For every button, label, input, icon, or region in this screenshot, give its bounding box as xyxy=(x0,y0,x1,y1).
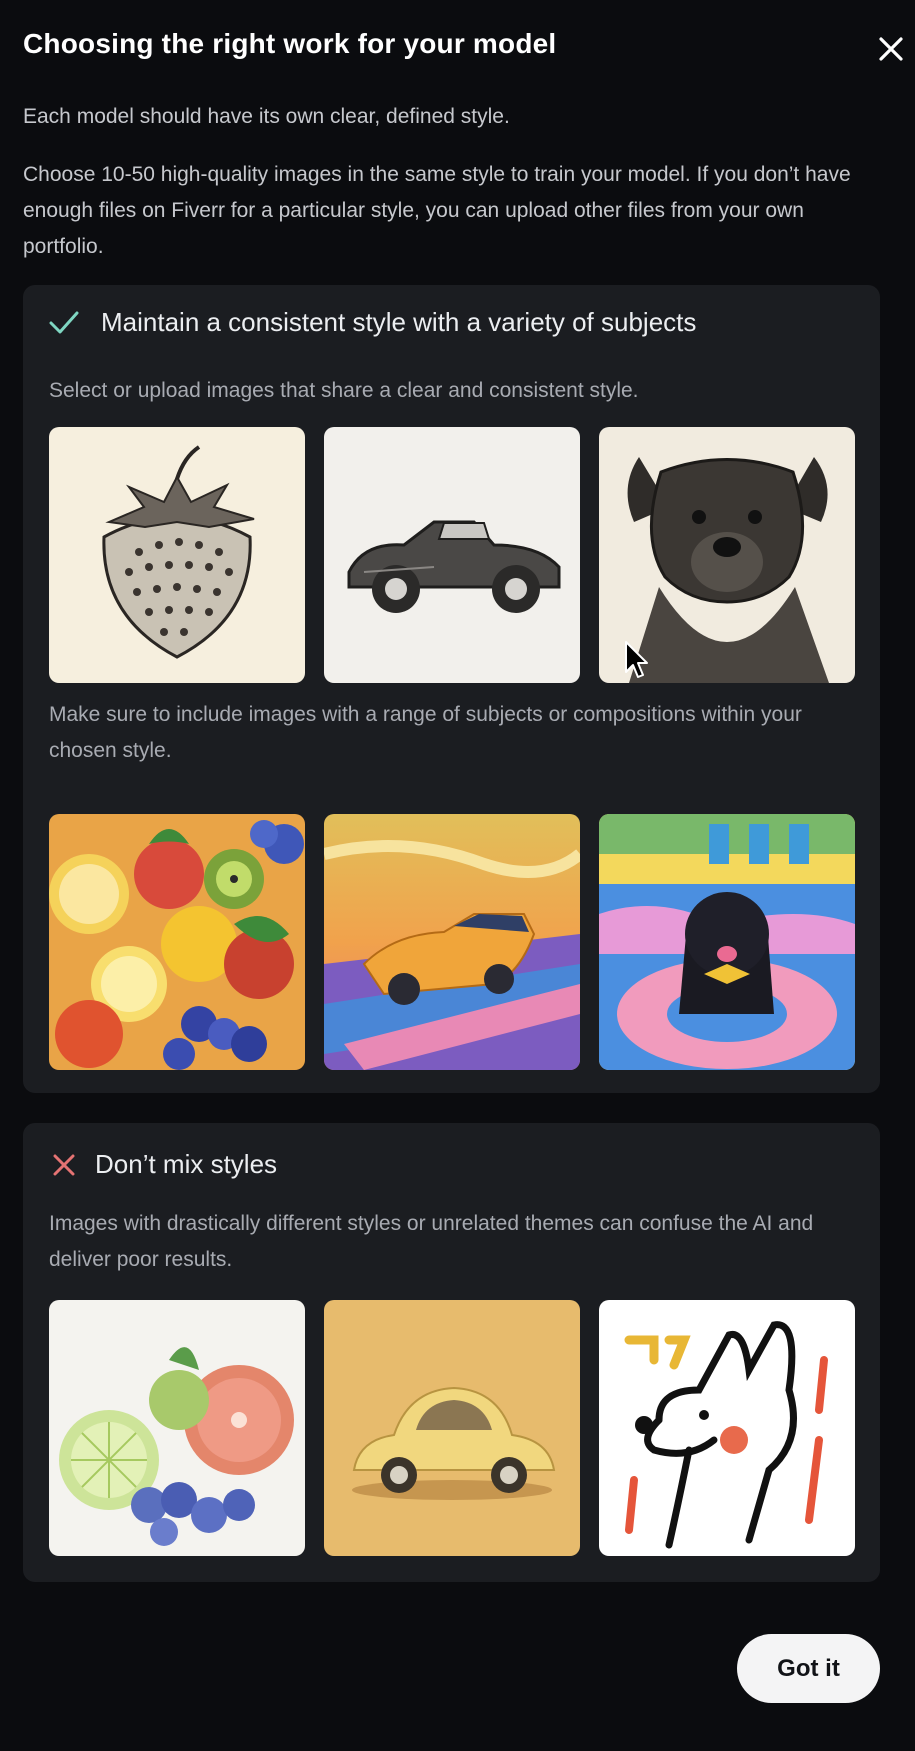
image-vintage-car-sketch[interactable] xyxy=(324,427,580,683)
image-3d-yellow-car[interactable] xyxy=(324,1300,580,1556)
check-icon xyxy=(49,308,79,338)
image-painted-dog-pool[interactable] xyxy=(599,814,855,1070)
modal-dialog: Choosing the right work for your model E… xyxy=(0,0,915,1751)
got-it-button[interactable]: Got it xyxy=(737,1634,880,1703)
x-icon xyxy=(49,1150,79,1180)
mouse-cursor-icon xyxy=(625,641,648,678)
dont-card: Don’t mix styles Images with drastically… xyxy=(23,1123,880,1582)
dialog-title: Choosing the right work for your model xyxy=(23,28,557,59)
mixed-style-images xyxy=(49,1300,855,1556)
close-icon xyxy=(879,37,903,61)
do-card-text-2: Make sure to include images with a range… xyxy=(49,703,802,762)
dont-card-text: Images with drastically different styles… xyxy=(49,1212,814,1271)
close-button[interactable] xyxy=(874,32,908,66)
image-watercolor-fruits[interactable] xyxy=(49,1300,305,1556)
image-painted-sports-car[interactable] xyxy=(324,814,580,1070)
intro-text: Each model should have its own clear, de… xyxy=(23,105,510,128)
do-card-header: Maintain a consistent style with a varie… xyxy=(49,307,696,338)
image-line-drawing-dog[interactable] xyxy=(599,1300,855,1556)
dont-card-heading: Don’t mix styles xyxy=(95,1149,278,1179)
consistent-style-images xyxy=(49,427,855,683)
dont-card-header: Don’t mix styles xyxy=(49,1149,277,1180)
do-card: Maintain a consistent style with a varie… xyxy=(23,285,880,1093)
instructions-text: Choose 10-50 high-quality images in the … xyxy=(23,163,851,258)
variety-of-subjects-images xyxy=(49,814,855,1070)
image-painted-fruits[interactable] xyxy=(49,814,305,1070)
do-card-heading: Maintain a consistent style with a varie… xyxy=(101,307,697,337)
image-strawberry-sketch[interactable] xyxy=(49,427,305,683)
do-card-text-1: Select or upload images that share a cle… xyxy=(49,379,639,402)
